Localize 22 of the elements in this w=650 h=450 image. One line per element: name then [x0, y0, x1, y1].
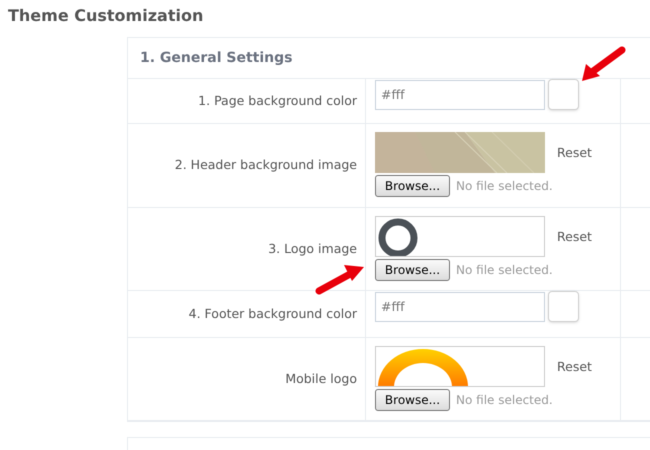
reset-link[interactable]: Reset: [557, 358, 592, 377]
page-title: Theme Customization: [8, 5, 204, 27]
setting-label: 3. Logo image: [268, 240, 357, 258]
color-swatch[interactable]: [548, 291, 579, 322]
reset-link[interactable]: Reset: [557, 144, 592, 163]
color-input-field[interactable]: #fff: [375, 292, 545, 322]
setting-label: Mobile logo: [285, 370, 357, 388]
file-status: No file selected.: [456, 178, 553, 195]
ring-icon: [377, 218, 419, 256]
reset-link[interactable]: Reset: [557, 228, 592, 247]
file-status: No file selected.: [456, 392, 553, 409]
browse-button[interactable]: Browse...: [375, 389, 450, 411]
file-status: No file selected.: [456, 262, 553, 279]
browse-button[interactable]: Browse...: [375, 259, 450, 281]
arc-icon: [377, 348, 469, 386]
browse-button[interactable]: Browse...: [375, 175, 450, 197]
setting-label: 2. Header background image: [174, 156, 357, 174]
section-title: 1. General Settings: [140, 48, 292, 68]
color-input-field[interactable]: #fff: [375, 80, 545, 110]
color-swatch[interactable]: [548, 79, 579, 110]
setting-label: 4. Footer background color: [188, 304, 357, 323]
setting-label: 1. Page background color: [198, 92, 357, 110]
